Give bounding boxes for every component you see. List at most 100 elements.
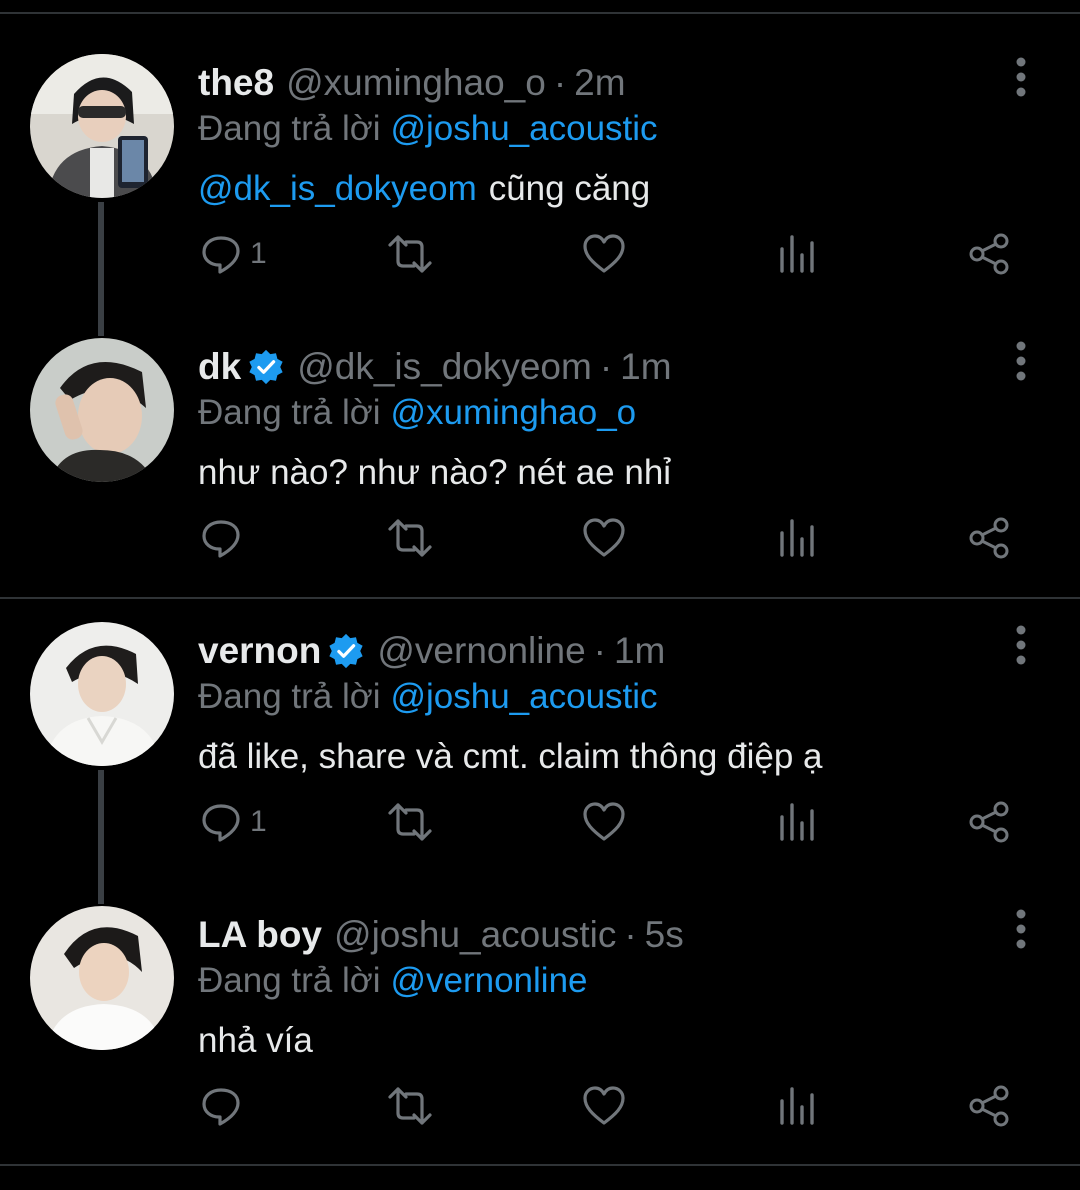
separator: · xyxy=(624,914,637,955)
replying-to-mention[interactable]: @joshu_acoustic xyxy=(390,677,657,716)
avatar[interactable] xyxy=(30,54,174,198)
replying-to-mention[interactable]: @vernonline xyxy=(390,961,587,1000)
tweet-dk[interactable]: dk @dk_is_dokyeom · 1m Đang trả lời @xumi… xyxy=(0,338,1080,622)
reply-count: 1 xyxy=(250,237,267,270)
retweet-button[interactable] xyxy=(386,792,434,852)
like-icon xyxy=(583,518,625,557)
like-button[interactable] xyxy=(582,508,626,568)
share-button[interactable] xyxy=(967,224,1011,284)
reply-button[interactable]: 1 xyxy=(200,224,267,284)
share-icon xyxy=(969,517,1009,559)
separator: · xyxy=(553,62,567,103)
avatar[interactable] xyxy=(30,906,174,1050)
handle[interactable]: @vernonline xyxy=(377,626,585,676)
body-text: nhả vía xyxy=(198,1021,313,1060)
timestamp[interactable]: 2m xyxy=(574,58,625,108)
views-icon xyxy=(780,1087,814,1125)
tweet-header: the8 @xuminghao_o · 2m xyxy=(198,58,626,108)
share-button[interactable] xyxy=(967,1076,1011,1136)
display-name[interactable]: LA boy xyxy=(198,910,322,960)
reply-icon xyxy=(202,804,240,842)
avatar[interactable] xyxy=(30,622,174,766)
reply-icon xyxy=(202,236,240,274)
retweet-icon xyxy=(388,803,432,841)
separator: · xyxy=(593,630,606,671)
share-icon xyxy=(969,801,1009,843)
retweet-button[interactable] xyxy=(386,224,434,284)
tweet-vernon[interactable]: vernon @vernonline · 1m Đang trả lời @jos… xyxy=(0,622,1080,906)
like-button[interactable] xyxy=(582,1076,626,1136)
reply-count: 1 xyxy=(250,805,267,838)
replying-to-label: Đang trả lời xyxy=(198,393,381,432)
verified-badge-icon xyxy=(249,349,283,385)
share-icon xyxy=(969,233,1009,275)
reply-button[interactable]: 1 xyxy=(200,792,267,852)
tweet-text: như nào? như nào? nét ae nhỉ xyxy=(198,448,671,498)
views-icon xyxy=(780,803,814,841)
views-button[interactable] xyxy=(777,508,817,568)
reply-button[interactable] xyxy=(200,1076,250,1136)
retweet-button[interactable] xyxy=(386,1076,434,1136)
reply-icon xyxy=(202,520,240,558)
body-text: đã like, share và cmt. claim thông điệp … xyxy=(198,737,823,776)
top-divider xyxy=(0,12,1080,14)
replying-to: Đang trả lời @vernonline xyxy=(198,958,588,1004)
replying-to-mention[interactable]: @xuminghao_o xyxy=(390,393,636,432)
share-button[interactable] xyxy=(967,508,1011,568)
replying-to-label: Đang trả lời xyxy=(198,961,381,1000)
retweet-icon xyxy=(388,1087,432,1125)
like-icon xyxy=(583,802,625,841)
display-name[interactable]: vernon xyxy=(198,626,321,676)
tweet-la-boy[interactable]: LA boy @joshu_acoustic · 5s Đang trả lời… xyxy=(0,906,1080,1190)
conversation-divider xyxy=(0,597,1080,599)
replying-to-label: Đang trả lời xyxy=(198,109,381,148)
views-button[interactable] xyxy=(777,792,817,852)
share-button[interactable] xyxy=(967,792,1011,852)
more-icon[interactable] xyxy=(1010,622,1032,668)
tweet-actions xyxy=(0,1076,1080,1136)
timestamp[interactable]: 1m xyxy=(620,342,671,392)
replying-to-mention[interactable]: @joshu_acoustic xyxy=(390,109,657,148)
tweet-actions: 1 xyxy=(0,224,1080,284)
like-button[interactable] xyxy=(582,792,626,852)
replying-to: Đang trả lời @xuminghao_o xyxy=(198,390,636,436)
reply-button[interactable] xyxy=(200,508,250,568)
bottom-divider xyxy=(0,1164,1080,1166)
display-name[interactable]: dk xyxy=(198,342,241,392)
views-button[interactable] xyxy=(777,1076,817,1136)
like-icon xyxy=(583,234,625,273)
views-button[interactable] xyxy=(777,224,817,284)
timestamp[interactable]: 5s xyxy=(645,910,684,960)
handle[interactable]: @xuminghao_o xyxy=(286,58,546,108)
tweet-actions: 1 xyxy=(0,792,1080,852)
replying-to-label: Đang trả lời xyxy=(198,677,381,716)
views-icon xyxy=(780,235,814,273)
more-icon[interactable] xyxy=(1010,54,1032,100)
tweet-actions xyxy=(0,508,1080,568)
like-icon xyxy=(583,1086,625,1125)
more-icon[interactable] xyxy=(1010,906,1032,952)
display-name[interactable]: the8 xyxy=(198,58,274,108)
replying-to: Đang trả lời @joshu_acoustic xyxy=(198,106,658,152)
tweet-header: vernon @vernonline · 1m xyxy=(198,626,665,676)
separator: · xyxy=(599,346,613,387)
tweet-header: dk @dk_is_dokyeom · 1m xyxy=(198,342,672,392)
more-icon[interactable] xyxy=(1010,338,1032,384)
timestamp[interactable]: 1m xyxy=(614,626,665,676)
tweet-the8[interactable]: the8 @xuminghao_o · 2m Đang trả lời @josh… xyxy=(0,54,1080,338)
tweet-text: @dk_is_dokyeom cũng căng xyxy=(198,164,650,214)
like-button[interactable] xyxy=(582,224,626,284)
verified-badge-icon xyxy=(329,633,363,669)
views-icon xyxy=(780,519,814,557)
body-mention[interactable]: @dk_is_dokyeom xyxy=(198,169,477,208)
tweet-text: đã like, share và cmt. claim thông điệp … xyxy=(198,732,822,782)
tweet-text: nhả vía xyxy=(198,1016,313,1066)
handle[interactable]: @dk_is_dokyeom xyxy=(297,342,592,392)
handle[interactable]: @joshu_acoustic xyxy=(334,910,616,960)
retweet-button[interactable] xyxy=(386,508,434,568)
tweet-header: LA boy @joshu_acoustic · 5s xyxy=(198,910,684,960)
reply-icon xyxy=(202,1088,240,1126)
body-text: như nào? như nào? nét ae nhỉ xyxy=(198,453,672,492)
avatar[interactable] xyxy=(30,338,174,482)
retweet-icon xyxy=(388,235,432,273)
